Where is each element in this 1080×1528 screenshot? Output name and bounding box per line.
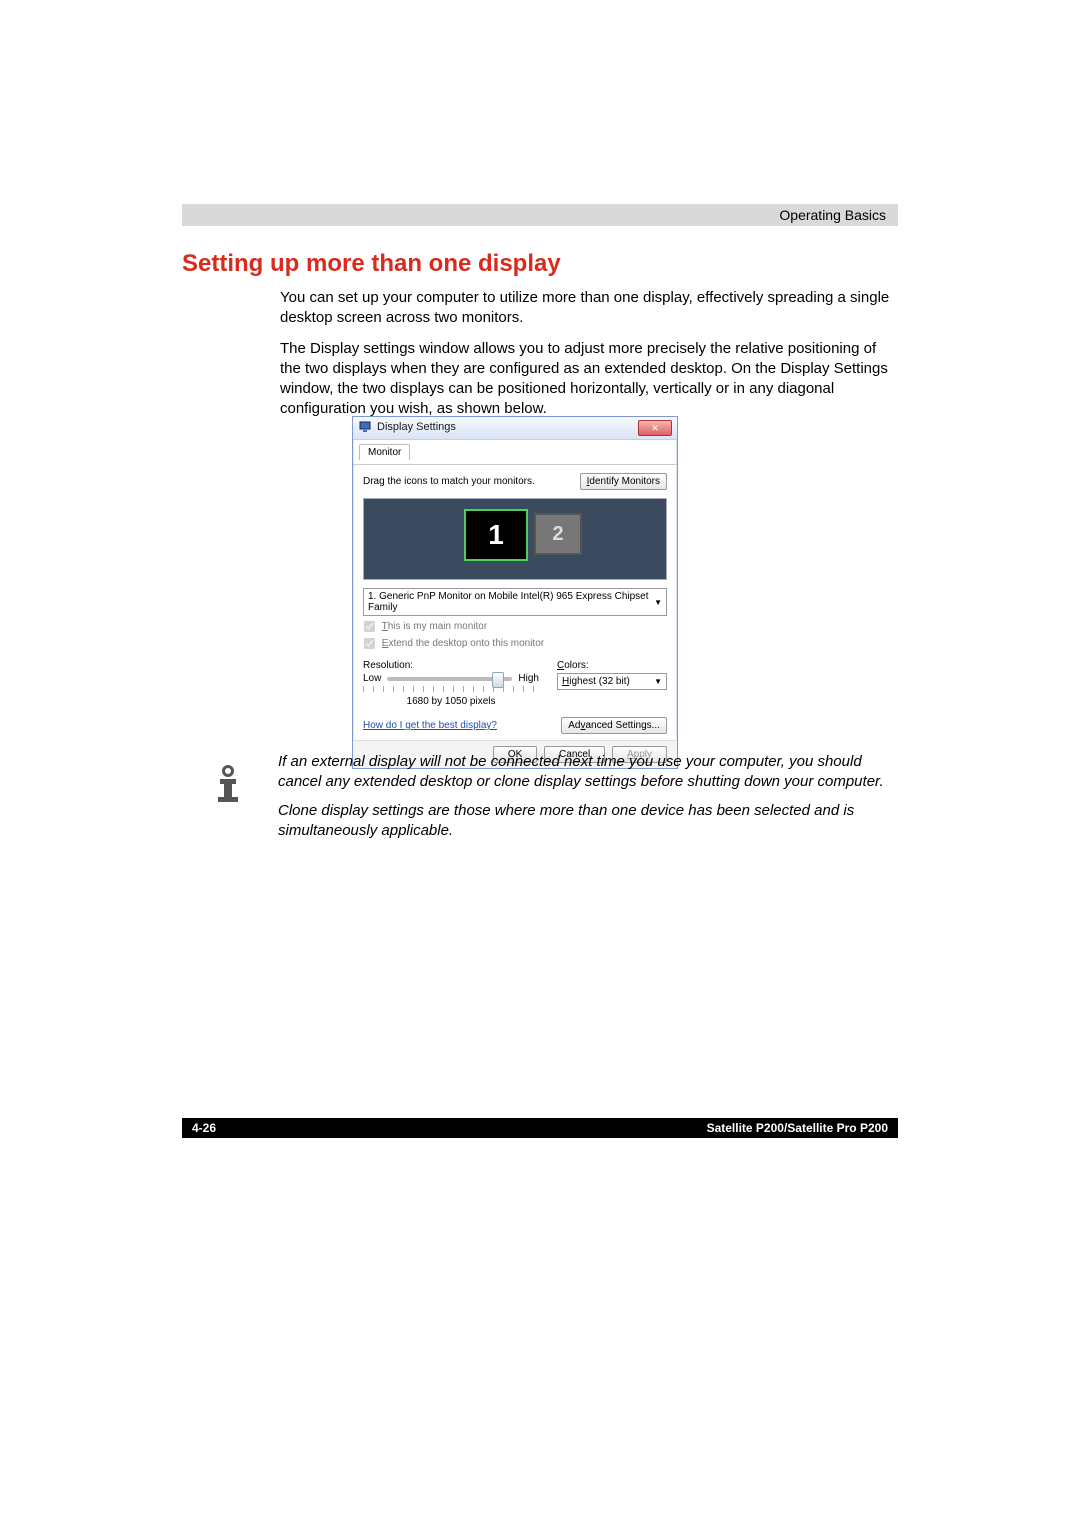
dialog-title: Display Settings (377, 421, 456, 433)
chevron-down-icon: ▼ (654, 677, 662, 686)
resolution-value: 1680 by 1050 pixels (363, 696, 539, 707)
monitor-select[interactable]: 1. Generic PnP Monitor on Mobile Intel(R… (363, 588, 667, 616)
dialog-titlebar: Display Settings ✕ (353, 417, 677, 440)
main-monitor-checkbox[interactable] (364, 621, 375, 632)
close-button[interactable]: ✕ (638, 420, 672, 436)
slider-thumb[interactable] (492, 672, 504, 688)
monitor-2-icon[interactable]: 2 (534, 513, 582, 555)
drag-instruction: Drag the icons to match your monitors. (363, 476, 535, 487)
tab-monitor[interactable]: Monitor (359, 444, 410, 460)
page-number: 4-26 (192, 1121, 216, 1135)
extend-desktop-checkbox-row: Extend the desktop onto this monitor (363, 637, 667, 650)
help-link[interactable]: How do I get the best display? (363, 720, 497, 731)
footer-bar: 4-26 Satellite P200/Satellite Pro P200 (182, 1118, 898, 1138)
monitor-icon (359, 421, 371, 433)
info-icon (206, 762, 250, 806)
colors-value: Highest (32 bit) (562, 676, 630, 687)
identify-monitors-button[interactable]: Identify Monitors (580, 473, 667, 490)
resolution-slider[interactable] (387, 677, 512, 681)
body-paragraph-2: The Display settings window allows you t… (280, 339, 890, 420)
advanced-settings-button[interactable]: Advanced Settings... (561, 717, 667, 734)
resolution-high-label: High (518, 673, 539, 684)
monitor-select-value: 1. Generic PnP Monitor on Mobile Intel(R… (368, 591, 654, 613)
colors-label: Colors: (557, 660, 667, 671)
info-note: If an external display will not be conne… (186, 752, 890, 849)
model-name: Satellite P200/Satellite Pro P200 (707, 1121, 888, 1135)
section-title: Setting up more than one display (182, 250, 561, 278)
slider-ticks (363, 686, 539, 692)
note-paragraph-2: Clone display settings are those where m… (278, 801, 890, 842)
chevron-down-icon: ▼ (654, 598, 662, 607)
header-section: Operating Basics (779, 207, 886, 223)
note-paragraph-1: If an external display will not be conne… (278, 752, 890, 793)
resolution-low-label: Low (363, 673, 381, 684)
monitor-1-icon[interactable]: 1 (464, 509, 528, 561)
body-text: You can set up your computer to utilize … (280, 288, 890, 430)
display-settings-dialog: Display Settings ✕ Monitor Drag the icon… (352, 416, 678, 769)
main-monitor-checkbox-row: This is my main monitor (363, 620, 667, 633)
header-bar: Operating Basics (182, 204, 898, 226)
monitor-arrangement-area[interactable]: 1 2 (363, 498, 667, 580)
tab-row: Monitor (353, 440, 677, 465)
body-paragraph-1: You can set up your computer to utilize … (280, 288, 890, 329)
resolution-label: Resolution: (363, 660, 539, 671)
colors-select[interactable]: Highest (32 bit) ▼ (557, 673, 667, 690)
extend-desktop-checkbox[interactable] (364, 638, 375, 649)
